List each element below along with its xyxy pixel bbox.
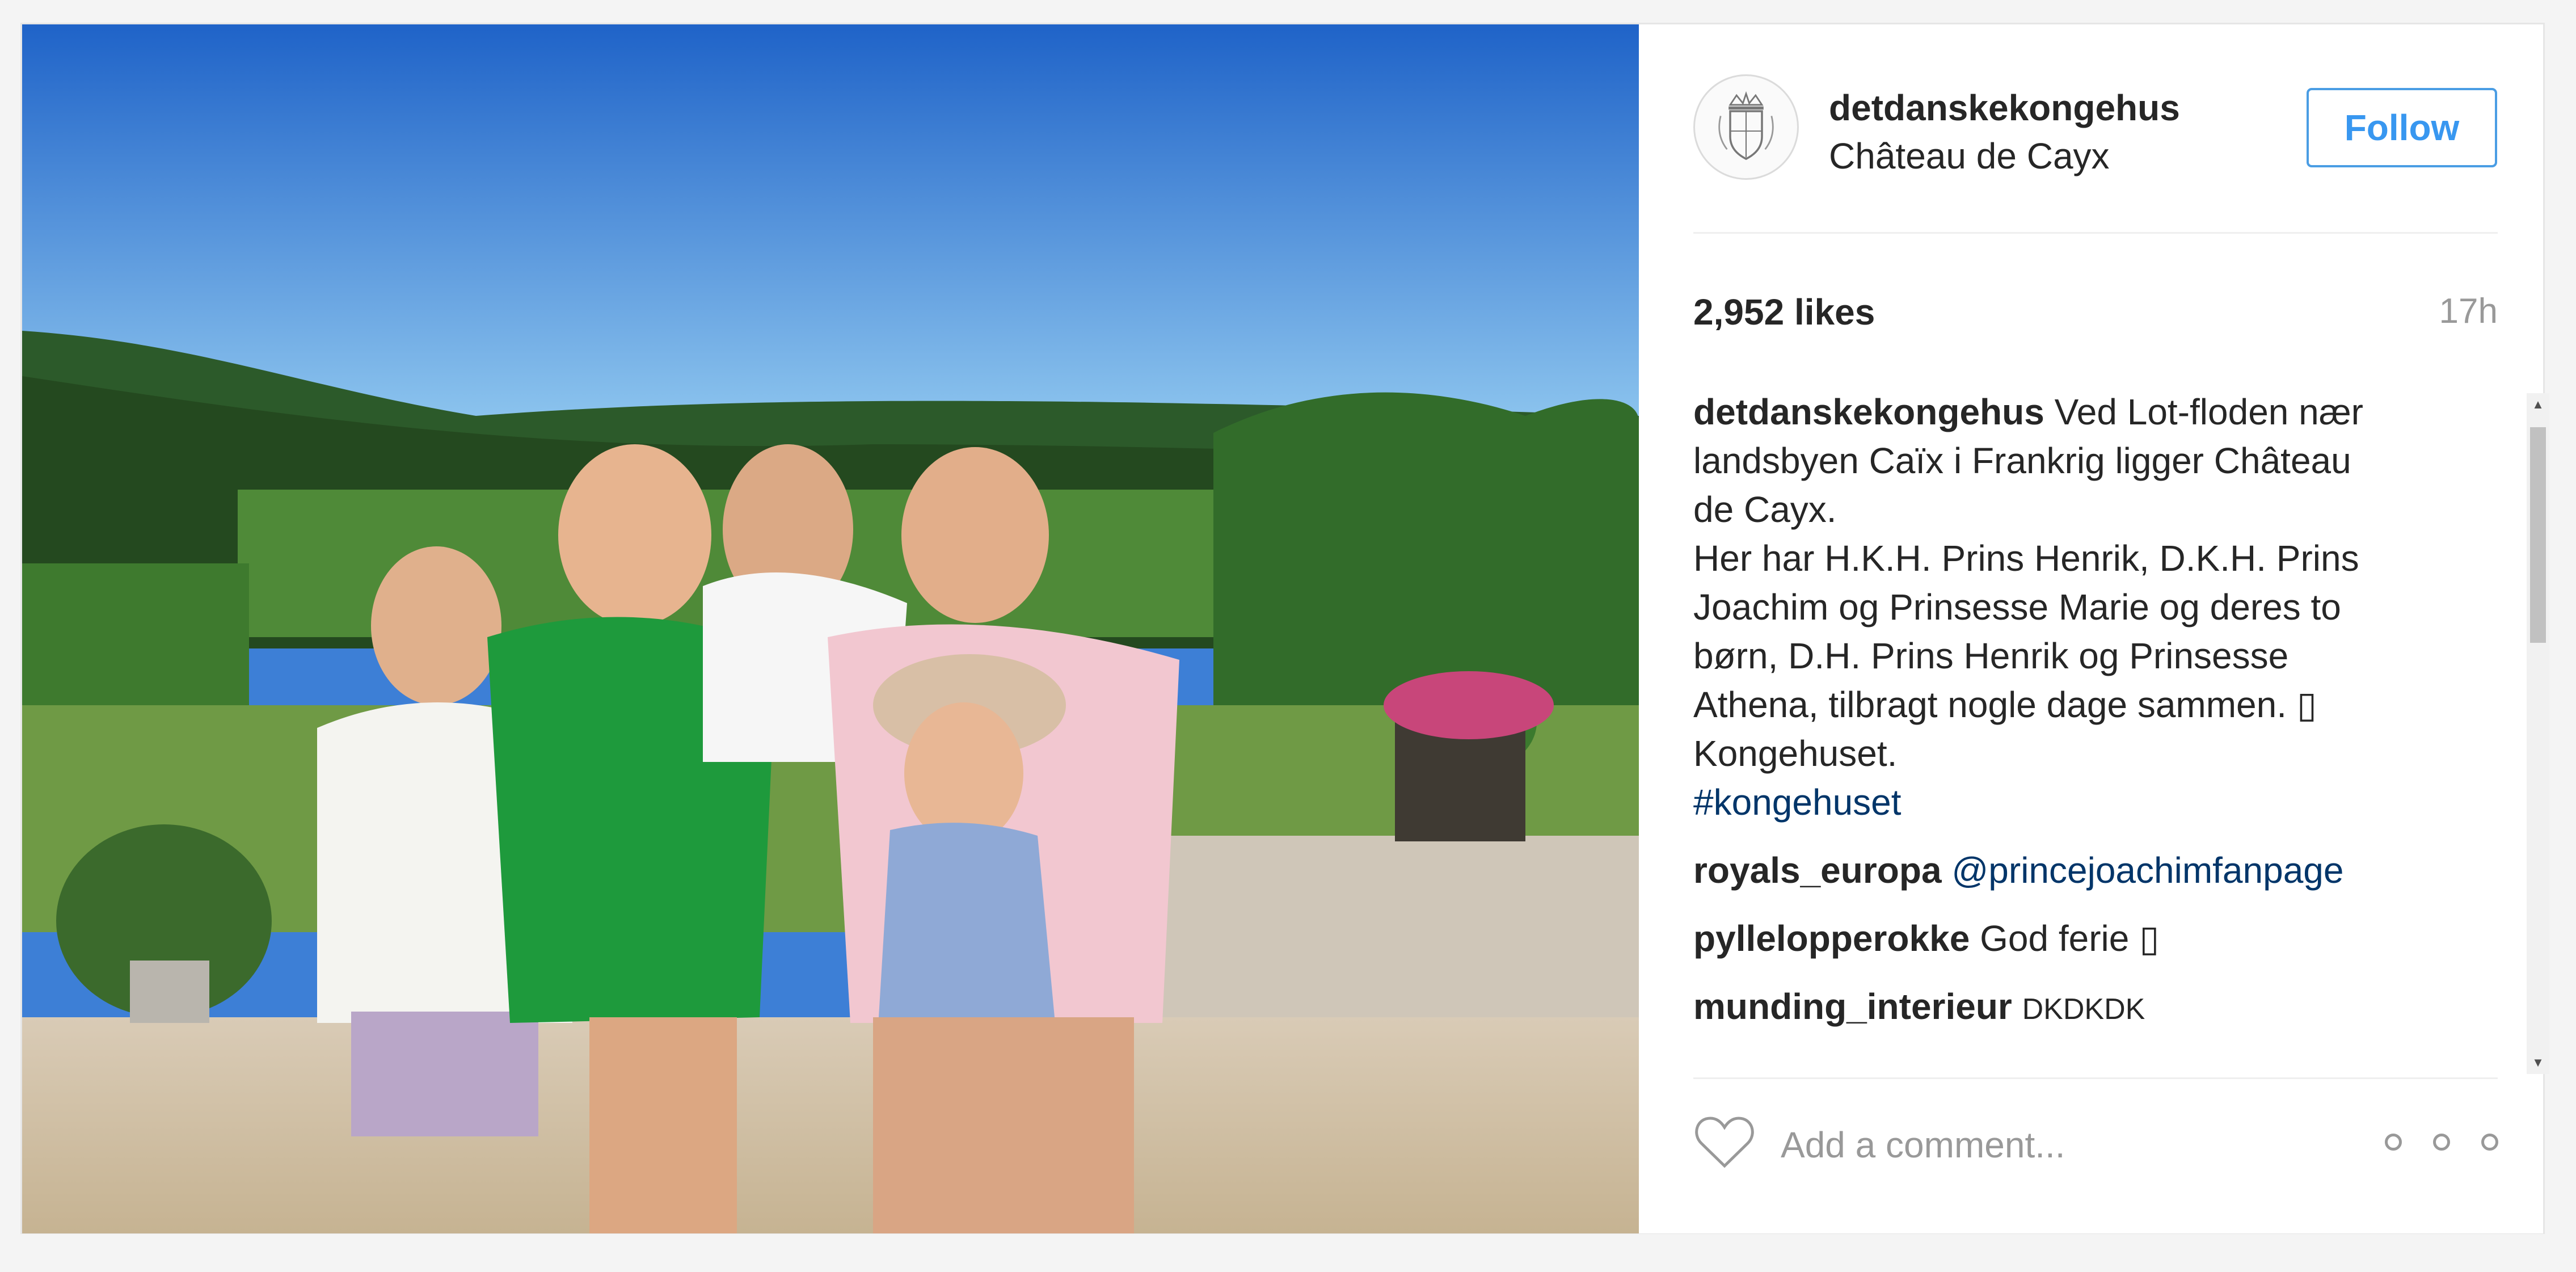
royal-crest-icon	[1718, 91, 1774, 160]
instagram-post: detdanskekongehus Château de Cayx Follow…	[20, 23, 2549, 1234]
comment-username[interactable]: royals_europa	[1693, 850, 1942, 891]
scroll-down-arrow-icon[interactable]: ▼	[2527, 1051, 2549, 1074]
comment-text: DKDKDK	[2022, 993, 2145, 1026]
comment-username[interactable]: pyllelopperokke	[1693, 918, 1970, 959]
more-dot-icon	[2481, 1134, 2498, 1151]
scroll-up-arrow-icon[interactable]: ▲	[2527, 393, 2549, 416]
header-divider	[1693, 232, 2498, 234]
comment-text: God ferie ▯	[1980, 918, 2160, 959]
author-avatar[interactable]	[1693, 74, 1799, 180]
author-username[interactable]: detdanskekongehus	[1829, 87, 2180, 129]
post-sidebar: detdanskekongehus Château de Cayx Follow…	[1639, 24, 2549, 1233]
caption-text: Ved Lot-floden nær	[2054, 391, 2363, 432]
more-options-button[interactable]	[2385, 1122, 2498, 1162]
comment-item: pyllelopperokke God ferie ▯	[1693, 914, 2453, 963]
mention-link[interactable]: @princejoachimfanpage	[1951, 850, 2343, 891]
comment-username[interactable]: munding_interieur	[1693, 986, 2012, 1027]
like-heart-icon[interactable]	[1693, 1114, 1756, 1170]
caption-line: landsbyen Caïx i Frankrig ligger Château	[1693, 440, 2351, 481]
caption-first-line: detdanskekongehus Ved Lot-floden nær	[1693, 388, 2453, 436]
post-header: detdanskekongehus Château de Cayx Follow	[1639, 24, 2543, 231]
more-dot-icon	[2433, 1134, 2450, 1151]
family-photo	[22, 24, 1639, 1233]
post-timestamp[interactable]: 17h	[2439, 291, 2498, 331]
more-dot-icon	[2385, 1134, 2402, 1151]
comment-scrollbar[interactable]: ▲ ▼	[2527, 393, 2549, 1074]
likes-count[interactable]: 2,952 likes	[1693, 291, 1875, 333]
caption-line: børn, D.H. Prins Henrik og Prinsesse	[1693, 635, 2289, 676]
hashtag-link[interactable]: #kongehuset	[1693, 778, 2453, 827]
caption-line: de Cayx.	[1693, 489, 1837, 530]
post-photo[interactable]	[22, 24, 1639, 1233]
caption-username[interactable]: detdanskekongehus	[1693, 391, 2044, 432]
footer-divider	[1693, 1077, 2498, 1079]
comment-item: royals_europa @princejoachimfanpage	[1693, 846, 2453, 895]
comment-item: munding_interieur DKDKDK	[1693, 982, 2453, 1034]
caption-line: Kongehuset.	[1693, 733, 1898, 774]
scroll-thumb[interactable]	[2530, 427, 2546, 643]
caption-line: Athena, tilbragt nogle dage sammen. ▯	[1693, 684, 2317, 725]
caption-line: Her har H.K.H. Prins Henrik, D.K.H. Prin…	[1693, 538, 2359, 579]
caption-line: Joachim og Prinsesse Marie og deres to	[1693, 587, 2341, 627]
comment-list: detdanskekongehus Ved Lot-floden nær lan…	[1693, 388, 2453, 1057]
add-comment-input[interactable]	[1781, 1117, 2348, 1173]
post-location[interactable]: Château de Cayx	[1829, 135, 2110, 177]
follow-button[interactable]: Follow	[2307, 88, 2497, 167]
